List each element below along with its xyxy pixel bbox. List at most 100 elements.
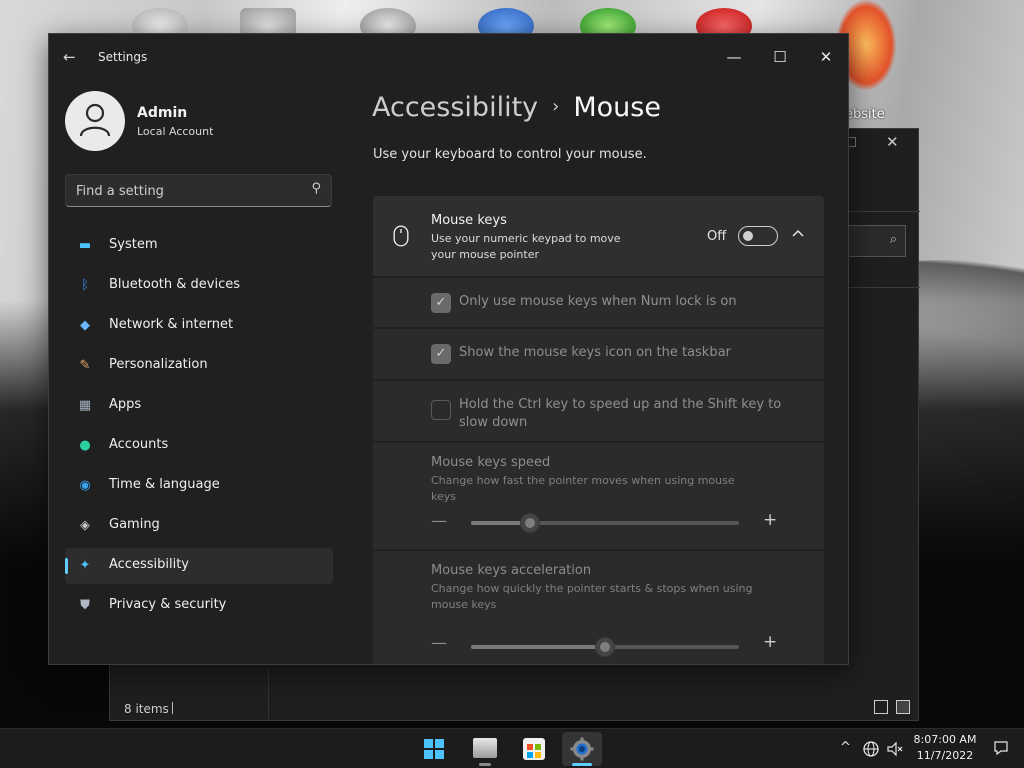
sidebar-item-label: Accessibility bbox=[109, 557, 189, 572]
checkbox-num-lock[interactable]: ✓ bbox=[431, 293, 451, 313]
mouse-keys-header[interactable]: Mouse keys Use your numeric keypad to mo… bbox=[373, 196, 824, 276]
explorer-pane-divider bbox=[268, 669, 269, 719]
maximize-button[interactable]: ☐ bbox=[757, 42, 803, 72]
sidebar-nav: ▬ System ᛒ Bluetooth & devices ◆ Network & in… bbox=[65, 228, 333, 628]
sidebar-item-accounts[interactable]: ● Accounts bbox=[65, 428, 333, 464]
explorer-divider bbox=[848, 211, 920, 212]
title-bar[interactable]: ← Settings — ☐ ✕ bbox=[49, 34, 848, 82]
speed-slider-row: Mouse keys speed Change how fast the poi… bbox=[373, 441, 824, 549]
close-button[interactable]: ✕ bbox=[803, 42, 848, 72]
globe-clock-icon: ◉ bbox=[79, 478, 91, 493]
page-description: Use your keyboard to control your mouse. bbox=[373, 147, 647, 162]
sidebar-item-network-internet[interactable]: ◆ Network & internet bbox=[65, 308, 333, 344]
network-icon[interactable] bbox=[862, 740, 880, 758]
mouse-keys-subtitle: Use your numeric keypad to move your mou… bbox=[431, 232, 621, 261]
wifi-icon: ◆ bbox=[80, 318, 90, 333]
acceleration-title: Mouse keys acceleration bbox=[431, 563, 592, 578]
speed-title: Mouse keys speed bbox=[431, 455, 551, 470]
account-type: Local Account bbox=[137, 125, 214, 138]
acceleration-increase-icon[interactable]: + bbox=[763, 632, 777, 652]
clock-date: 11/7/2022 bbox=[916, 749, 974, 762]
breadcrumb-parent[interactable]: Accessibility bbox=[372, 92, 538, 123]
speed-decrease-icon[interactable]: — bbox=[431, 511, 447, 530]
chevron-up-icon[interactable] bbox=[791, 227, 805, 241]
slider-thumb[interactable] bbox=[595, 637, 615, 657]
option-row[interactable]: Hold the Ctrl key to speed up and the Sh… bbox=[373, 379, 824, 441]
sidebar-item-label: Apps bbox=[109, 397, 142, 412]
option-row[interactable]: ✓ Show the mouse keys icon on the taskba… bbox=[373, 327, 824, 379]
volume-muted-icon[interactable] bbox=[886, 740, 904, 758]
mouse-keys-panel: Mouse keys Use your numeric keypad to mo… bbox=[373, 196, 824, 664]
speed-slider[interactable] bbox=[471, 513, 739, 533]
sidebar-item-label: Personalization bbox=[109, 357, 208, 372]
explorer-close-icon[interactable]: ✕ bbox=[886, 133, 899, 151]
sidebar-item-privacy-security[interactable]: ⛊ Privacy & security bbox=[65, 588, 333, 624]
sidebar-item-system[interactable]: ▬ System bbox=[65, 228, 333, 264]
user-name: Admin bbox=[137, 105, 188, 121]
chevron-up-icon[interactable]: ^ bbox=[840, 740, 851, 755]
acceleration-subtitle: Change how quickly the pointer starts & … bbox=[431, 582, 753, 611]
sidebar-item-label: Gaming bbox=[109, 517, 160, 532]
back-arrow-icon[interactable]: ← bbox=[63, 48, 76, 66]
acceleration-slider-row: Mouse keys acceleration Change how quick… bbox=[373, 549, 824, 664]
explorer-maximize-ghost bbox=[848, 137, 856, 147]
clock[interactable]: 8:07:00 AM 11/7/2022 bbox=[910, 732, 980, 764]
sidebar-item-personalization[interactable]: ✎ Personalization bbox=[65, 348, 333, 384]
mouse-icon bbox=[393, 225, 409, 247]
running-indicator bbox=[479, 763, 491, 766]
folder-icon bbox=[473, 738, 497, 758]
status-separator bbox=[172, 702, 173, 714]
option-label: Hold the Ctrl key to speed up and the Sh… bbox=[459, 397, 782, 430]
sidebar-item-bluetooth-devices[interactable]: ᛒ Bluetooth & devices bbox=[65, 268, 333, 304]
sidebar-item-label: Network & internet bbox=[109, 317, 234, 332]
breadcrumb: Accessibility › Mouse bbox=[372, 92, 661, 123]
window-title: Settings bbox=[98, 50, 148, 64]
checkbox-ctrl-shift[interactable] bbox=[431, 400, 451, 420]
chevron-right-icon: › bbox=[552, 96, 560, 117]
apps-icon: ▦ bbox=[78, 398, 92, 413]
notification-icon[interactable] bbox=[993, 740, 1009, 756]
acceleration-decrease-icon[interactable]: — bbox=[431, 633, 447, 652]
sidebar-item-gaming[interactable]: ◈ Gaming bbox=[65, 508, 333, 544]
find-setting-search[interactable]: ⚲ bbox=[65, 174, 332, 207]
explorer-divider bbox=[848, 287, 920, 288]
explorer-search-box[interactable]: ⌕ bbox=[848, 225, 906, 257]
sidebar-item-label: Time & language bbox=[109, 477, 220, 492]
slider-thumb[interactable] bbox=[519, 513, 540, 533]
start-button[interactable] bbox=[414, 732, 454, 766]
details-view-icon[interactable] bbox=[874, 700, 888, 714]
option-label: Show the mouse keys icon on the taskbar bbox=[459, 345, 731, 360]
option-row[interactable]: ✓ Only use mouse keys when Num lock is o… bbox=[373, 276, 824, 327]
store-button[interactable] bbox=[514, 732, 554, 766]
settings-taskbar-button[interactable] bbox=[562, 732, 602, 766]
speed-increase-icon[interactable]: + bbox=[763, 510, 777, 530]
sidebar-item-label: Accounts bbox=[109, 437, 169, 452]
tiles-view-icon[interactable] bbox=[896, 700, 910, 714]
clock-time: 8:07:00 AM bbox=[913, 733, 977, 746]
sidebar-item-label: System bbox=[109, 237, 158, 252]
person-icon bbox=[79, 103, 111, 137]
sidebar-item-apps[interactable]: ▦ Apps bbox=[65, 388, 333, 424]
bluetooth-icon: ᛒ bbox=[81, 278, 89, 293]
file-explorer-button[interactable] bbox=[465, 732, 505, 766]
sidebar-item-label: Bluetooth & devices bbox=[109, 277, 240, 292]
checkbox-taskbar-icon[interactable]: ✓ bbox=[431, 344, 451, 364]
speed-subtitle: Change how fast the pointer moves when u… bbox=[431, 474, 735, 503]
slider-fill bbox=[471, 645, 605, 649]
sidebar-item-accessibility[interactable]: ✦ Accessibility bbox=[65, 548, 333, 584]
minimize-button[interactable]: — bbox=[711, 42, 757, 72]
mouse-keys-toggle[interactable] bbox=[738, 226, 778, 246]
desktop-icon-label: ebsite bbox=[845, 107, 885, 122]
person-icon: ● bbox=[79, 438, 91, 453]
settings-window: ← Settings — ☐ ✕ Admin Local Account ⚲ ▬… bbox=[48, 33, 849, 665]
search-icon[interactable]: ⚲ bbox=[311, 181, 321, 196]
running-indicator bbox=[572, 763, 592, 766]
sidebar-item-time-language[interactable]: ◉ Time & language bbox=[65, 468, 333, 504]
avatar[interactable] bbox=[65, 91, 125, 151]
search-icon: ⌕ bbox=[889, 232, 897, 247]
explorer-item-count: 8 items bbox=[124, 702, 169, 716]
option-label: Only use mouse keys when Num lock is on bbox=[459, 294, 737, 309]
search-input[interactable] bbox=[76, 181, 296, 201]
toggle-knob bbox=[743, 231, 753, 241]
acceleration-slider[interactable] bbox=[471, 637, 739, 657]
